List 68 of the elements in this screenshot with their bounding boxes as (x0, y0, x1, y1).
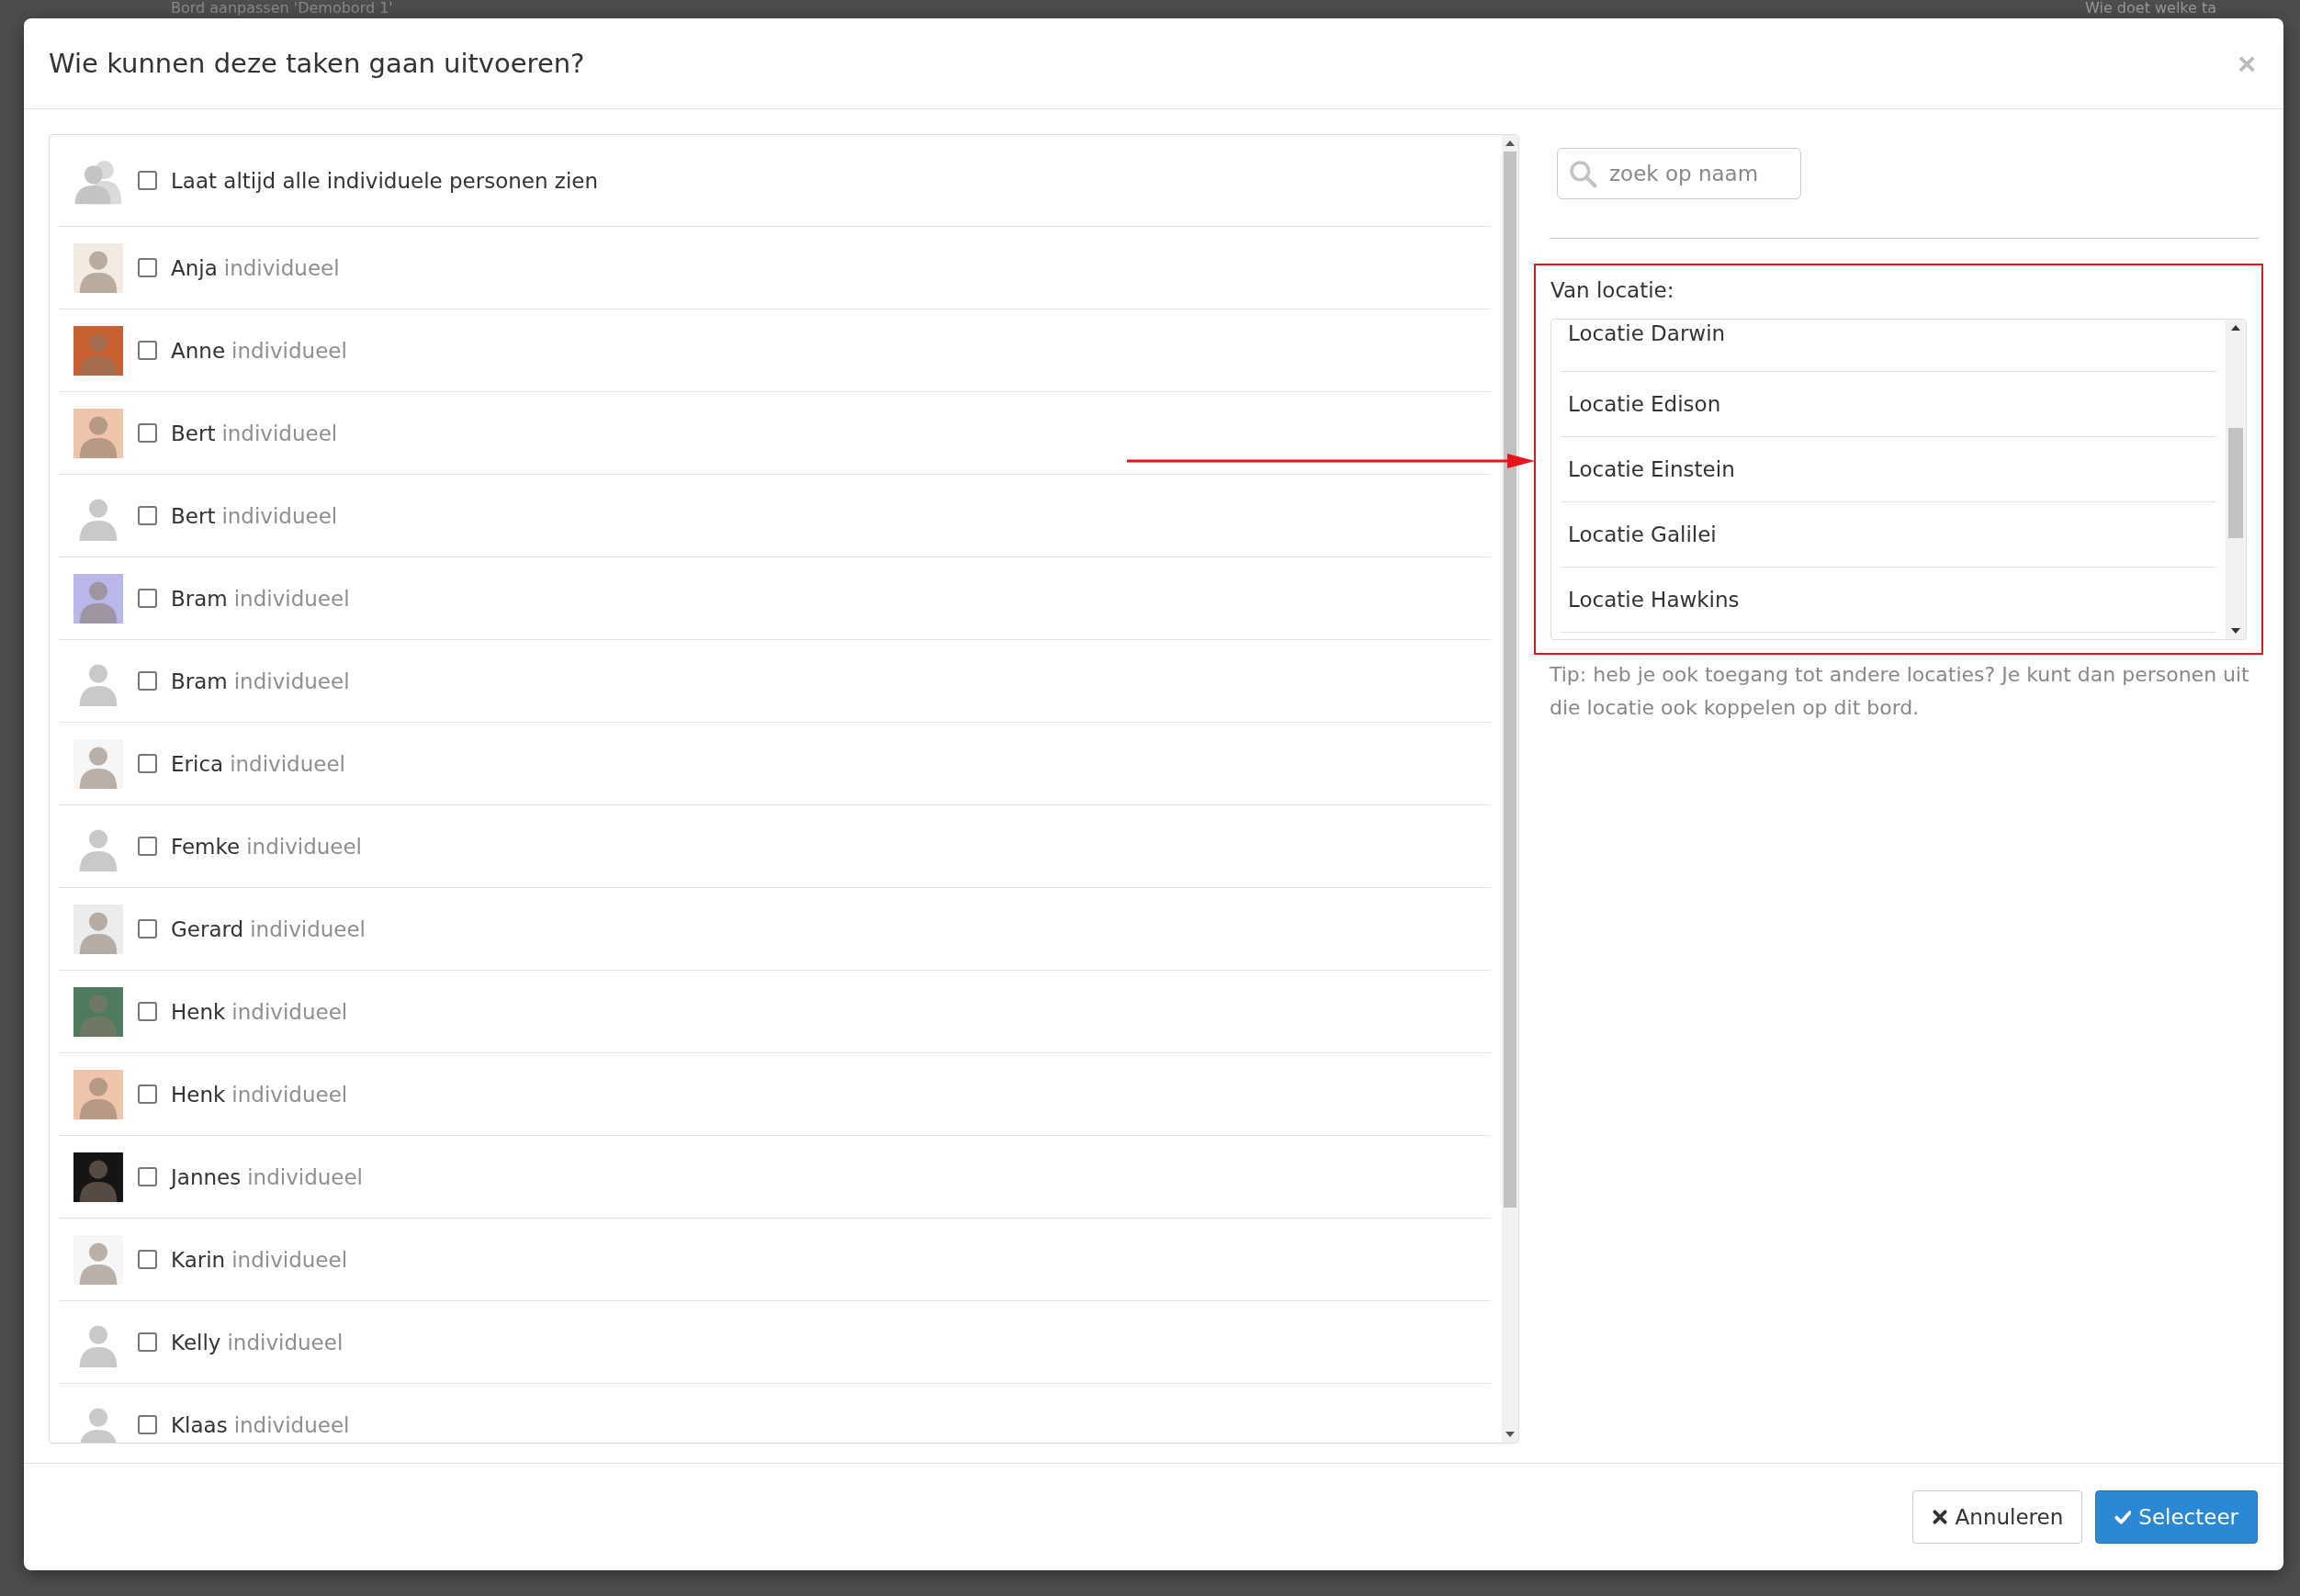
scroll-down-icon[interactable] (2231, 628, 2240, 634)
person-name: Klaas (171, 1412, 228, 1437)
scroll-down-icon[interactable] (1505, 1432, 1515, 1437)
person-name: Bert (171, 503, 216, 528)
person-name: Bert (171, 421, 216, 445)
person-name: Bram (171, 586, 228, 611)
checkbox[interactable] (138, 258, 157, 277)
person-type: individueel (221, 503, 338, 528)
person-type: individueel (221, 421, 338, 445)
person-name: Anja (171, 255, 218, 280)
person-name: Gerard (171, 916, 244, 941)
checkbox[interactable] (138, 1415, 157, 1434)
person-type: individueel (250, 916, 366, 941)
check-icon (2114, 1509, 2132, 1525)
person-name: Henk (171, 1082, 226, 1107)
person-name: Femke (171, 834, 241, 859)
side-panel-title: Wie doet welke ta (2085, 0, 2217, 17)
show-all-label: Laat altijd alle individuele personen zien (171, 168, 599, 193)
checkbox[interactable] (138, 919, 157, 938)
person-type: individueel (233, 1412, 350, 1437)
checkbox[interactable] (138, 171, 157, 190)
checkbox[interactable] (138, 423, 157, 443)
checkbox[interactable] (138, 1002, 157, 1021)
person-type: individueel (246, 834, 362, 859)
scrollbar[interactable] (2226, 320, 2246, 639)
checkbox[interactable] (138, 1250, 157, 1269)
location-option[interactable]: Locatie Galilei (1561, 502, 2216, 568)
person-name: Erica (171, 751, 224, 776)
search-field[interactable]: zoek op naam (1557, 148, 1801, 199)
scroll-up-icon[interactable] (1505, 140, 1515, 146)
checkbox[interactable] (138, 589, 157, 608)
person-type: individueel (247, 1164, 363, 1189)
checkbox[interactable] (138, 341, 157, 360)
location-option[interactable]: Locatie Darwin (1561, 320, 2216, 372)
checkbox[interactable] (138, 506, 157, 525)
person-name: Bram (171, 669, 228, 693)
person-name: Jannes (171, 1164, 242, 1189)
select-button[interactable]: Selecteer (2095, 1490, 2258, 1544)
location-option[interactable]: Locatie Hawkins (1561, 568, 2216, 633)
person-type: individueel (231, 1247, 348, 1272)
person-name: Henk (171, 999, 226, 1024)
person-name: Kelly (171, 1330, 221, 1354)
checkbox[interactable] (138, 1085, 157, 1104)
location-option[interactable]: Locatie Edison (1561, 372, 2216, 437)
checkbox[interactable] (138, 671, 157, 691)
person-type: individueel (230, 751, 345, 776)
scrollbar[interactable] (1502, 135, 1518, 1443)
location-option[interactable]: Locatie Einstein (1561, 437, 2216, 502)
cancel-button[interactable]: Annuleren (1911, 1490, 2083, 1544)
person-name: Anne (171, 338, 226, 363)
scroll-up-icon[interactable] (2231, 325, 2240, 331)
person-type: individueel (231, 1082, 348, 1107)
location-label: Van locatie: (1550, 278, 1675, 302)
person-name: Karin (171, 1247, 226, 1272)
checkbox[interactable] (138, 837, 157, 856)
cross-icon (1931, 1509, 1948, 1525)
dialog-title: Wie kunnen deze taken gaan uitvoeren? (49, 48, 585, 79)
person-type: individueel (233, 669, 350, 693)
tip-text: Tip: heb je ook toegang tot andere locaties? Je kunt dan personen uit die locatie ook koppelen op dit bord. (1550, 662, 2250, 721)
person-type: individueel (223, 255, 340, 280)
person-type: individueel (233, 586, 350, 611)
checkbox[interactable] (138, 754, 157, 773)
person-type: individueel (231, 999, 348, 1024)
checkbox[interactable] (138, 1332, 157, 1352)
person-type: individueel (231, 338, 347, 363)
page-title: Bord aanpassen 'Demobord 1' (171, 0, 393, 17)
person-type: individueel (227, 1330, 344, 1354)
checkbox[interactable] (138, 1167, 157, 1186)
